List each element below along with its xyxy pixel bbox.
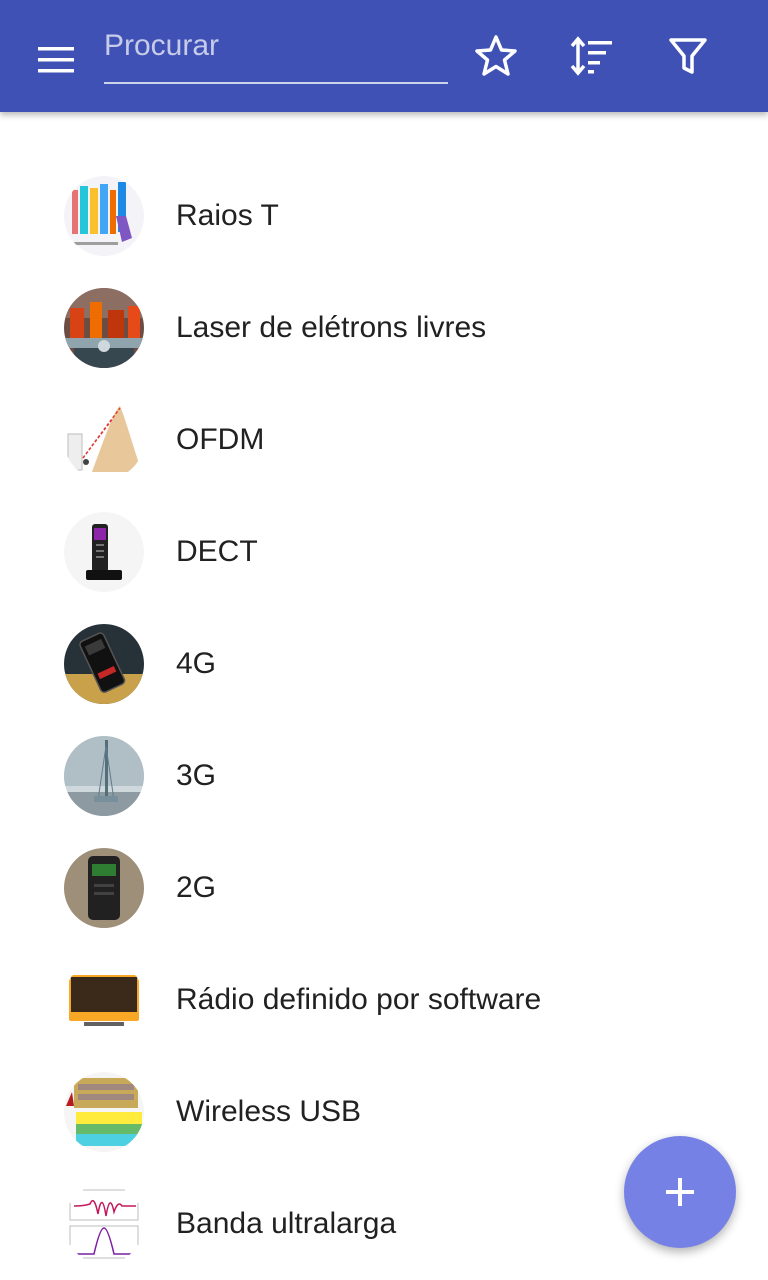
- item-thumbnail: [64, 288, 144, 368]
- item-thumbnail: [64, 736, 144, 816]
- filter-button[interactable]: [664, 32, 712, 80]
- sort-button[interactable]: [568, 32, 616, 80]
- technology-list: Raios T Laser de elétrons livres OFDM DE…: [0, 160, 768, 1280]
- item-label: Raios T: [176, 199, 279, 232]
- search-input[interactable]: [104, 26, 448, 82]
- item-label: OFDM: [176, 423, 265, 456]
- menu-icon: [38, 47, 74, 73]
- item-label: Laser de elétrons livres: [176, 311, 487, 344]
- item-thumbnail: [64, 400, 144, 480]
- plus-icon: [666, 1178, 694, 1206]
- item-thumbnail: [64, 624, 144, 704]
- sort-icon: [570, 36, 612, 76]
- item-label: Banda ultralarga: [176, 1207, 397, 1240]
- list-item[interactable]: DECT: [0, 496, 768, 608]
- menu-button[interactable]: [0, 36, 74, 76]
- item-label: Rádio definido por software: [176, 983, 542, 1016]
- add-button[interactable]: [624, 1136, 736, 1248]
- item-thumbnail: [64, 960, 144, 1040]
- list-item[interactable]: OFDM: [0, 384, 768, 496]
- list-item[interactable]: Rádio definido por software: [0, 944, 768, 1056]
- list-item[interactable]: Raios T: [0, 160, 768, 272]
- search-field: [104, 26, 448, 84]
- list-item[interactable]: Laser de elétrons livres: [0, 272, 768, 384]
- item-thumbnail: [64, 1184, 144, 1264]
- item-label: Wireless USB: [176, 1095, 362, 1128]
- item-label: 4G: [176, 647, 217, 680]
- item-label: 3G: [176, 759, 217, 792]
- filter-icon: [669, 38, 707, 74]
- item-thumbnail: [64, 512, 144, 592]
- list-item[interactable]: 4G: [0, 608, 768, 720]
- item-thumbnail: [64, 1072, 144, 1152]
- favorites-button[interactable]: [472, 32, 520, 80]
- app-bar: [0, 0, 768, 112]
- list-item[interactable]: 2G: [0, 832, 768, 944]
- star-icon: [475, 35, 517, 76]
- item-label: 2G: [176, 871, 217, 904]
- list-item[interactable]: 3G: [0, 720, 768, 832]
- item-thumbnail: [64, 176, 144, 256]
- item-thumbnail: [64, 848, 144, 928]
- item-label: DECT: [176, 535, 258, 568]
